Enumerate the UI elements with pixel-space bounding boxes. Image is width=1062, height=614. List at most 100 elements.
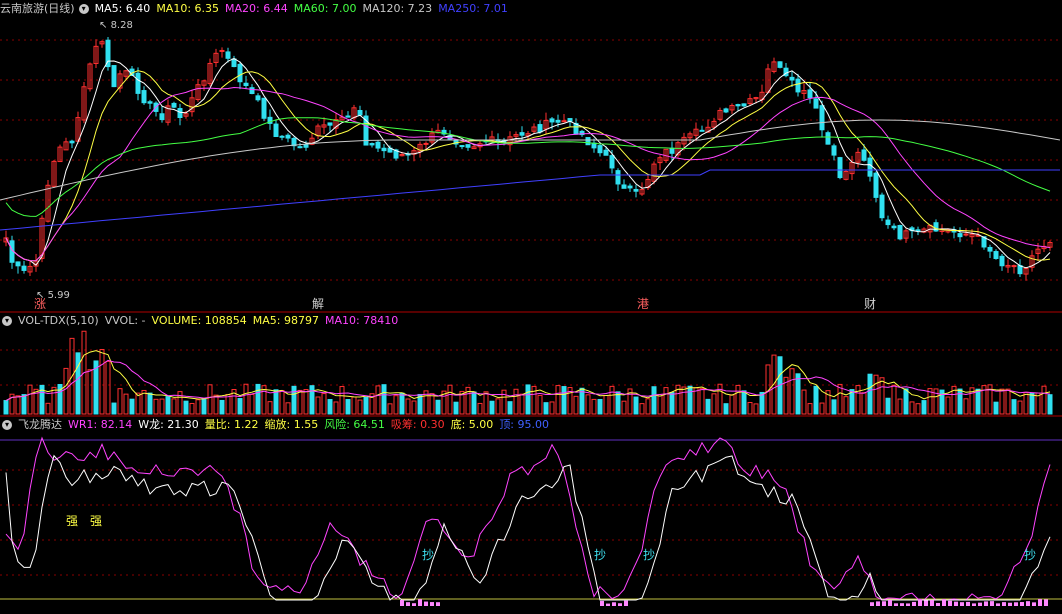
stock-title[interactable]: 云南旅游(日线) (0, 1, 75, 17)
candle-body (249, 87, 255, 95)
candle-body (999, 255, 1005, 267)
candle-body (861, 149, 867, 161)
xichou-bar (1008, 602, 1012, 606)
volume-bar (453, 401, 459, 415)
event-marker-3[interactable]: 港 (637, 295, 649, 312)
candle-body (873, 172, 879, 198)
volume-bar (1011, 399, 1017, 415)
volume-bar (843, 396, 849, 415)
candle-body (561, 120, 567, 123)
volume-bar (1047, 394, 1053, 415)
xichou-bar (894, 603, 898, 606)
candle-body (465, 144, 471, 148)
volume-bar (789, 368, 795, 415)
volume-bar (519, 393, 525, 415)
volume-bar (159, 398, 165, 415)
volume-bar (585, 394, 591, 415)
volume-bar (225, 393, 231, 415)
volume-bar (1041, 385, 1047, 415)
volume-bar (837, 383, 843, 415)
volume-bar (249, 393, 255, 415)
volume-bar (501, 389, 507, 415)
candle-body (69, 140, 75, 144)
indicator-panel-header: ▾ 飞龙腾达 WR1: 82.14 W龙: 21.30 量比: 1.22 缩放:… (0, 417, 555, 433)
event-marker-1[interactable]: 涨 (34, 295, 46, 312)
volume-bar (555, 385, 561, 415)
top-label: 顶: 95.00 (499, 418, 550, 431)
ma10-line (5, 70, 1051, 262)
volume-bar (153, 398, 159, 415)
volume-bar (99, 348, 105, 415)
liangbi-label: 量比: 1.22 (204, 418, 259, 431)
event-marker-4[interactable]: 财 (864, 295, 876, 312)
candle-body (813, 98, 819, 109)
xichou-bar (430, 602, 434, 606)
candle-body (555, 119, 561, 123)
volume-bar (75, 352, 81, 415)
vol-title[interactable]: VOL-TDX(5,10) (18, 313, 99, 329)
volume-bar (339, 386, 345, 415)
buy-signal-3: 抄 (643, 548, 656, 562)
volume-bar (747, 402, 753, 415)
xichou-bar (900, 603, 904, 606)
candle-body (111, 65, 117, 88)
volume-bar (321, 393, 327, 415)
chevron-down-icon[interactable]: ▾ (2, 420, 12, 430)
xichou-bar (418, 599, 422, 606)
volume-bar (741, 390, 747, 415)
candle-body (273, 123, 279, 138)
volume-bar (525, 384, 531, 415)
ma60-label: MA60: 7.00 (293, 2, 357, 15)
risk-label: 风险: 64.51 (324, 418, 385, 431)
candle-body (225, 51, 231, 59)
candle-body (537, 124, 543, 133)
vol-ma5-label: MA5: 98797 (252, 314, 319, 327)
bottom-label: 底: 5.00 (450, 418, 494, 431)
buy-signal-4: 抄 (1024, 548, 1037, 562)
volume-bar (753, 403, 759, 415)
volume-bar (411, 400, 417, 415)
candle-body (819, 105, 825, 131)
volume-bar (891, 384, 897, 415)
xichou-bar (412, 603, 416, 606)
volume-bar (279, 390, 285, 415)
xichou-bar (948, 600, 952, 606)
volume-bar (189, 402, 195, 415)
xichou-bar (1044, 599, 1048, 606)
xichou-bar (1014, 602, 1018, 606)
candle-body (885, 219, 891, 226)
event-marker-2[interactable]: 解 (312, 295, 324, 312)
indicator-title[interactable]: 飞龙腾达 (18, 417, 62, 433)
candle-body (135, 72, 141, 94)
stock-chart-canvas[interactable] (0, 0, 1062, 614)
candle-body (243, 82, 249, 87)
volume-bar (123, 393, 129, 415)
volume-bar (477, 402, 483, 415)
volume-bar (333, 401, 339, 415)
vol-ma10-label: MA10: 78410 (325, 314, 399, 327)
volume-bar (195, 399, 201, 415)
candle-body (627, 185, 633, 189)
ma120-label: MA120: 7.23 (362, 2, 433, 15)
volume-bar (651, 386, 657, 415)
candle-body (891, 225, 897, 229)
candle-body (177, 108, 183, 119)
candle-body (603, 149, 609, 156)
candle-body (933, 222, 939, 232)
chevron-down-icon[interactable]: ▾ (78, 4, 89, 14)
candle-body (459, 145, 465, 148)
chevron-down-icon[interactable]: ▾ (2, 316, 12, 326)
volume-bar (885, 397, 891, 415)
volume-bar (867, 373, 873, 415)
volume-bar (561, 386, 567, 415)
volume-bar (801, 389, 807, 415)
volume-bar (237, 398, 243, 415)
vvol-label: VVOL: - (104, 314, 146, 327)
candle-body (807, 89, 813, 99)
xichou-bar (876, 601, 880, 606)
candle-body (261, 97, 267, 119)
candle-body (423, 142, 429, 145)
volume-bar (813, 385, 819, 415)
volume-bar (87, 369, 93, 415)
volume-bar (201, 398, 207, 415)
